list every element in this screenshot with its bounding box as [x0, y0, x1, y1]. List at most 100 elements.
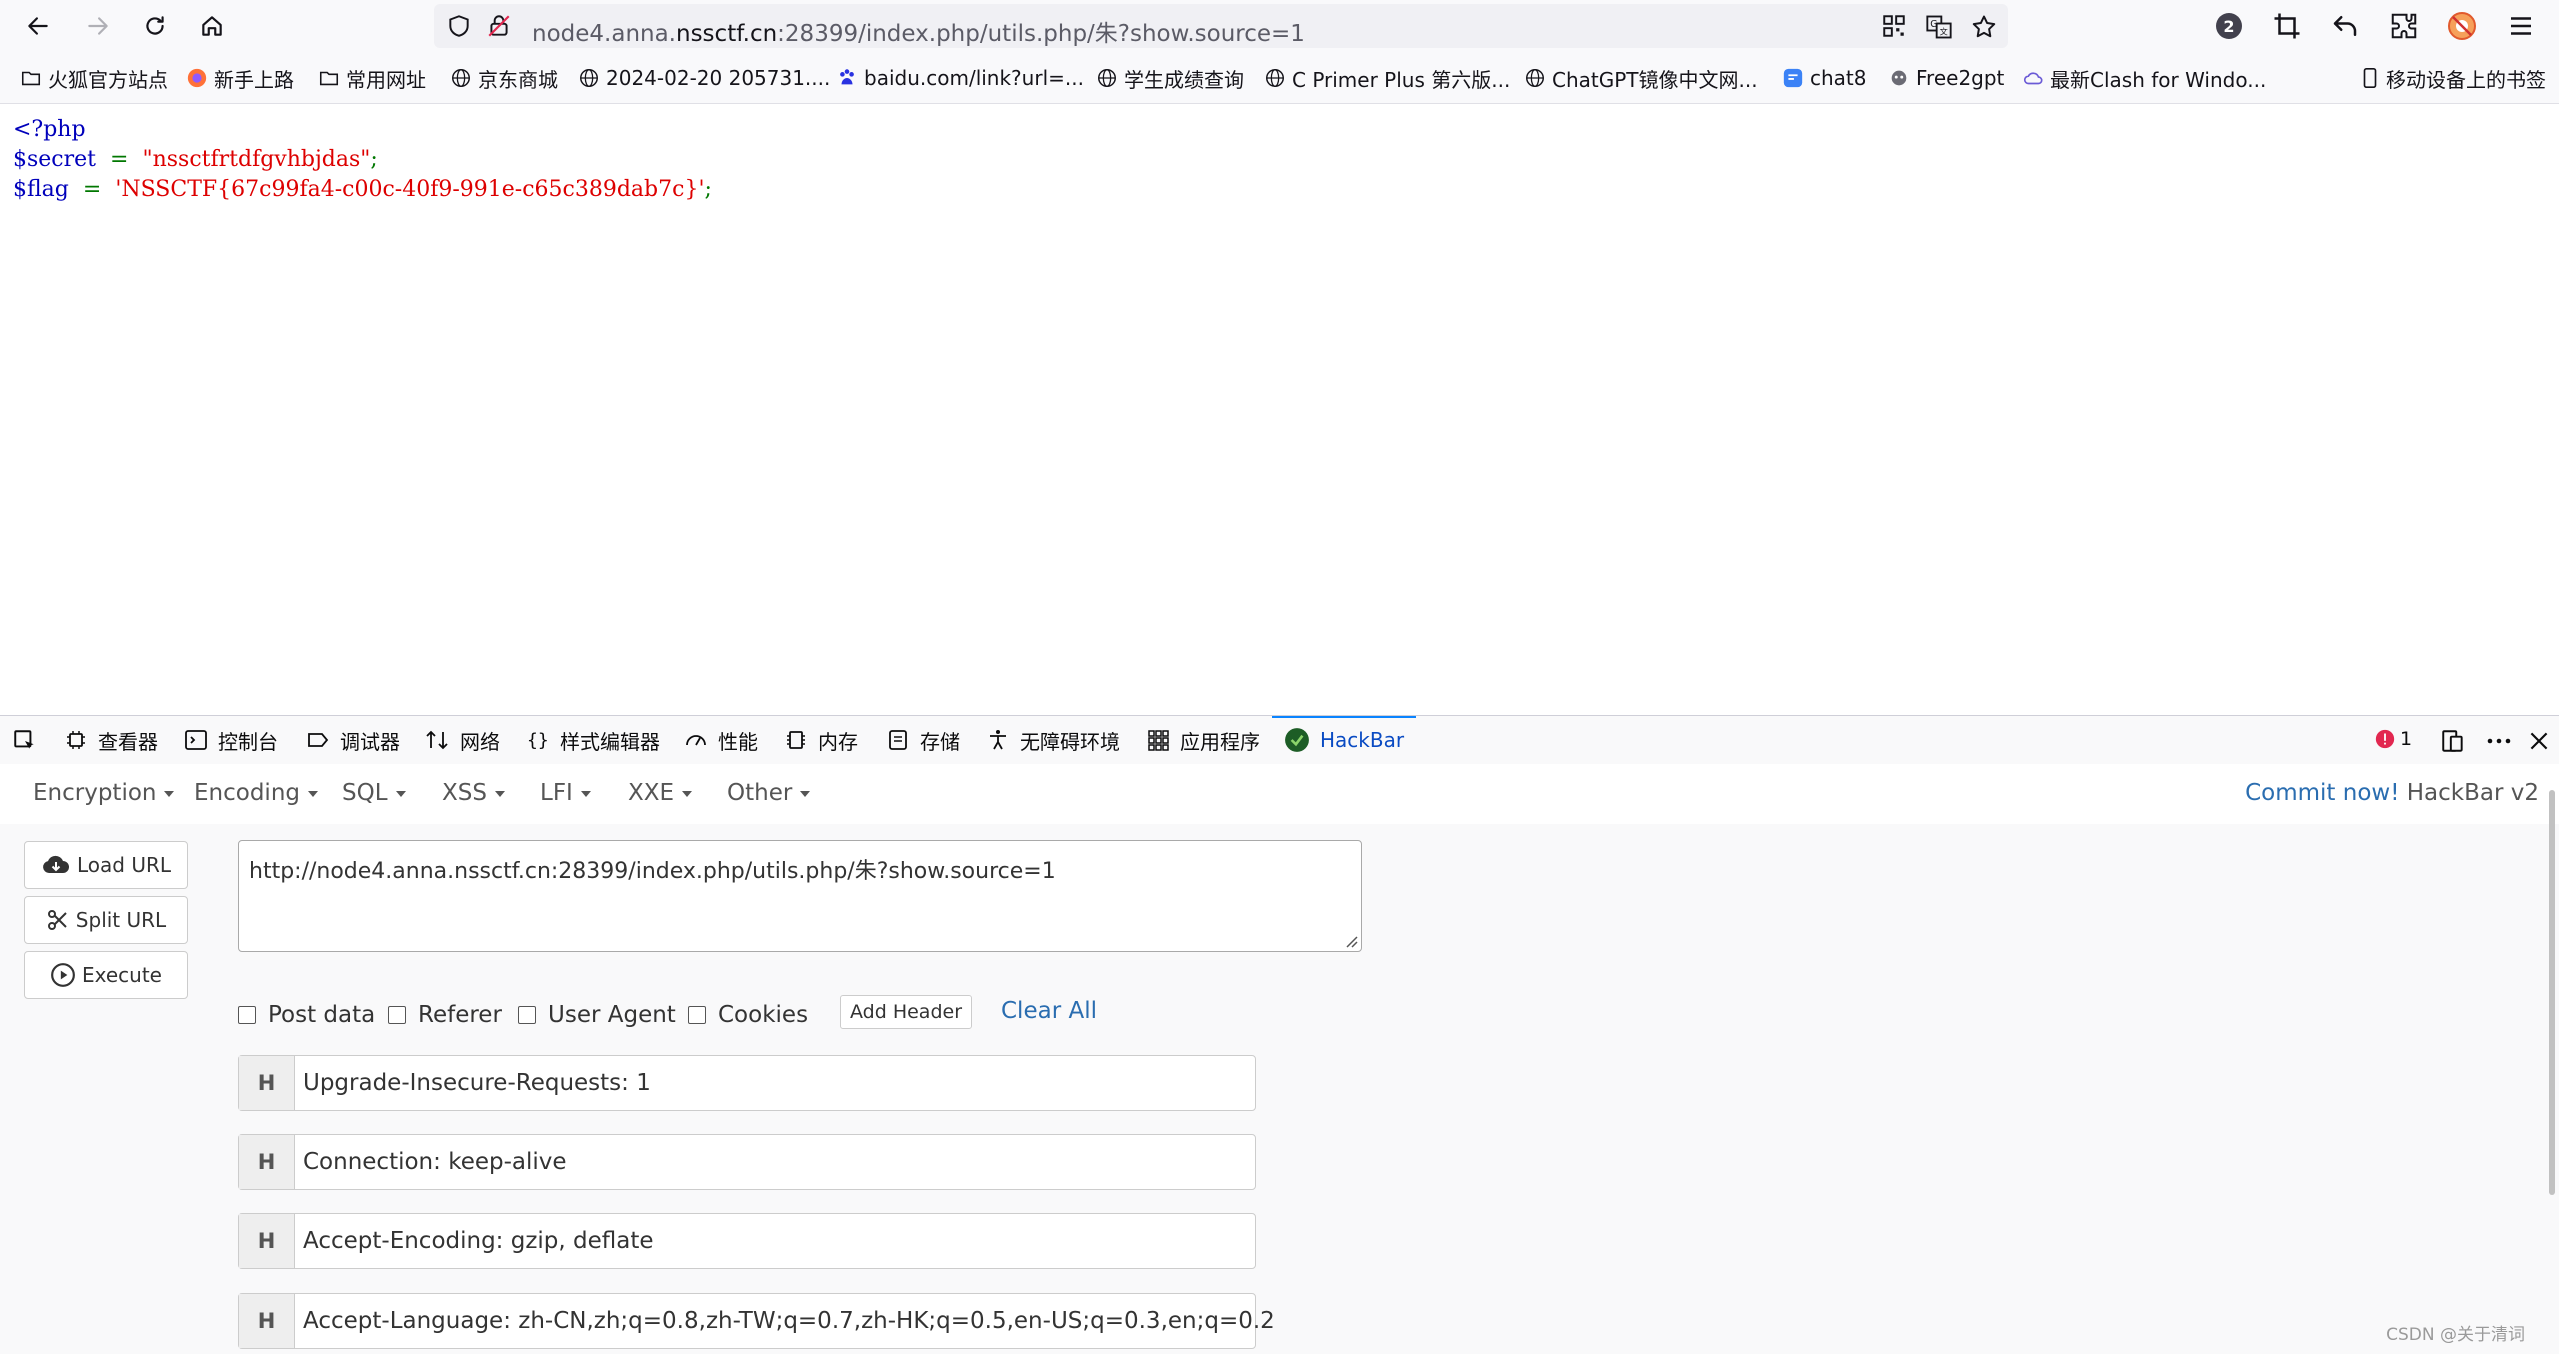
- menu-sql[interactable]: SQL: [342, 780, 406, 806]
- resize-grip-icon[interactable]: [1341, 931, 1359, 949]
- bookmark-item[interactable]: 学生成绩查询: [1096, 65, 1244, 92]
- svg-text:G: G: [1930, 19, 1937, 30]
- hackbar-scrollbar[interactable]: [2549, 790, 2555, 1195]
- post-data-option[interactable]: Post data: [238, 998, 375, 1032]
- bookmark-item[interactable]: 2024-02-20 205731....: [578, 65, 830, 91]
- header-badge: H: [239, 1214, 295, 1268]
- user-agent-checkbox[interactable]: [518, 1006, 536, 1024]
- bookmark-item[interactable]: C Primer Plus 第六版...: [1264, 65, 1510, 92]
- dock-side-icon[interactable]: [2440, 728, 2466, 754]
- tab-application[interactable]: 应用程序: [1146, 716, 1260, 764]
- reload-button[interactable]: [137, 8, 173, 44]
- header-row: H Accept-Encoding: gzip, deflate: [238, 1213, 1256, 1269]
- tab-accessibility[interactable]: 无障碍环境: [986, 716, 1120, 764]
- menu-encoding[interactable]: Encoding: [194, 780, 318, 806]
- error-count-badge[interactable]: 1: [2374, 728, 2412, 750]
- header-badge: H: [239, 1056, 295, 1110]
- browser-toolbar: node4.anna.nssctf.cn:28399/index.php/uti…: [0, 0, 2559, 53]
- notification-badge[interactable]: 2: [2214, 11, 2244, 45]
- screenshot-crop-icon[interactable]: [2272, 11, 2302, 41]
- tab-performance[interactable]: 性能: [684, 716, 758, 764]
- tab-label: 应用程序: [1180, 729, 1260, 754]
- mobile-bookmarks[interactable]: 移动设备上的书签: [2360, 65, 2546, 92]
- tab-style-editor[interactable]: {} 样式编辑器: [526, 716, 660, 764]
- load-url-button[interactable]: Load URL: [24, 841, 188, 889]
- bookmark-item[interactable]: baidu.com/link?url=...: [836, 65, 1084, 91]
- forward-button[interactable]: [80, 8, 116, 44]
- header-value-input[interactable]: Upgrade-Insecure-Requests: 1: [303, 1070, 651, 1096]
- tab-memory[interactable]: 内存: [784, 716, 858, 764]
- option-label: Cookies: [718, 1002, 809, 1028]
- execute-button[interactable]: Execute: [24, 951, 188, 999]
- referer-checkbox[interactable]: [388, 1006, 406, 1024]
- profile-avatar-icon[interactable]: [2447, 11, 2477, 41]
- header-row: H Accept-Language: zh-CN,zh;q=0.8,zh-TW;…: [238, 1293, 1275, 1349]
- php-source-code: <?php $secret = "nssctfrtdfgvhbjdas"; $fla…: [13, 115, 712, 205]
- cloud-download-icon: [41, 853, 71, 877]
- back-button[interactable]: [20, 8, 56, 44]
- option-label: Referer: [418, 1002, 502, 1028]
- close-devtools-icon[interactable]: [2526, 728, 2552, 754]
- tab-console[interactable]: 控制台: [184, 716, 278, 764]
- url-text[interactable]: node4.anna.nssctf.cn:28399/index.php/uti…: [532, 14, 1305, 48]
- element-picker-icon[interactable]: [12, 728, 38, 754]
- post-data-checkbox[interactable]: [238, 1006, 256, 1024]
- home-button[interactable]: [194, 8, 230, 44]
- free2gpt-icon: [1888, 67, 1910, 89]
- url-textarea-value: http://node4.anna.nssctf.cn:28399/index.…: [249, 859, 1056, 884]
- more-options-icon[interactable]: [2484, 728, 2514, 754]
- shield-icon[interactable]: [446, 13, 472, 39]
- source-line: <?php: [13, 115, 712, 145]
- bookmark-label: 京东商城: [478, 67, 558, 92]
- extensions-icon[interactable]: [2389, 11, 2419, 41]
- bookmark-item[interactable]: 火狐官方站点: [20, 65, 168, 92]
- url-bar[interactable]: node4.anna.nssctf.cn:28399/index.php/uti…: [434, 4, 2008, 48]
- insecure-lock-icon[interactable]: [486, 13, 512, 39]
- menu-lfi[interactable]: LFI: [540, 780, 591, 806]
- application-icon: [1146, 728, 1170, 752]
- bookmark-item[interactable]: 最新Clash for Windo...: [2022, 65, 2266, 92]
- watermark: CSDN @关于清词: [2386, 1325, 2525, 1345]
- bookmark-item[interactable]: ChatGPT镜像中文网...: [1524, 65, 1758, 92]
- header-value-input[interactable]: Accept-Language: zh-CN,zh;q=0.8,zh-TW;q=…: [303, 1308, 1275, 1334]
- hamburger-menu-icon[interactable]: [2506, 11, 2536, 41]
- bookmark-item[interactable]: Free2gpt: [1888, 65, 2004, 91]
- bookmark-item[interactable]: 常用网址: [318, 65, 426, 92]
- cookies-checkbox[interactable]: [688, 1006, 706, 1024]
- qr-code-icon[interactable]: [1881, 13, 1907, 39]
- translate-icon[interactable]: G文: [1925, 13, 1953, 41]
- reload-icon: [146, 16, 164, 35]
- firefox-icon: [186, 67, 208, 89]
- split-url-button[interactable]: Split URL: [24, 896, 188, 944]
- menu-xxe[interactable]: XXE: [628, 780, 693, 806]
- bookmark-label: ChatGPT镜像中文网...: [1552, 67, 1758, 92]
- bookmark-item[interactable]: 京东商城: [450, 65, 558, 92]
- cookies-option[interactable]: Cookies: [688, 998, 808, 1032]
- bookmark-item[interactable]: 新手上路: [186, 65, 294, 92]
- tab-debugger[interactable]: 调试器: [306, 716, 400, 764]
- user-agent-option[interactable]: User Agent: [518, 998, 676, 1032]
- header-value-input[interactable]: Connection: keep-alive: [303, 1149, 567, 1175]
- chevron-down-icon: [682, 790, 693, 797]
- clear-all-link[interactable]: Clear All: [1001, 998, 1097, 1024]
- url-textarea[interactable]: http://node4.anna.nssctf.cn:28399/index.…: [238, 840, 1362, 952]
- undo-close-tab-icon[interactable]: [2330, 11, 2360, 41]
- referer-option[interactable]: Referer: [388, 998, 502, 1032]
- menu-other[interactable]: Other: [727, 780, 811, 806]
- network-icon: [424, 728, 450, 752]
- secret-value: "nssctfrtdfgvhbjdas": [142, 147, 371, 172]
- bookmark-star-icon[interactable]: [1970, 13, 1998, 41]
- header-value-input[interactable]: Accept-Encoding: gzip, deflate: [303, 1228, 654, 1254]
- tab-network[interactable]: 网络: [424, 716, 500, 764]
- tab-hackbar[interactable]: HackBar: [1271, 716, 1417, 764]
- commit-now-link[interactable]: Commit now!: [2245, 780, 2399, 806]
- bookmark-item[interactable]: chat8: [1782, 65, 1867, 91]
- menu-xss[interactable]: XSS: [442, 780, 505, 806]
- menu-encryption[interactable]: Encryption: [33, 780, 175, 806]
- chevron-down-icon: [164, 790, 175, 797]
- option-label: Post data: [268, 1002, 376, 1028]
- tab-storage[interactable]: 存储: [886, 716, 960, 764]
- hackbar-version: HackBar v2: [2399, 780, 2539, 806]
- tab-inspector[interactable]: 查看器: [64, 716, 158, 764]
- add-header-button[interactable]: Add Header: [840, 995, 973, 1029]
